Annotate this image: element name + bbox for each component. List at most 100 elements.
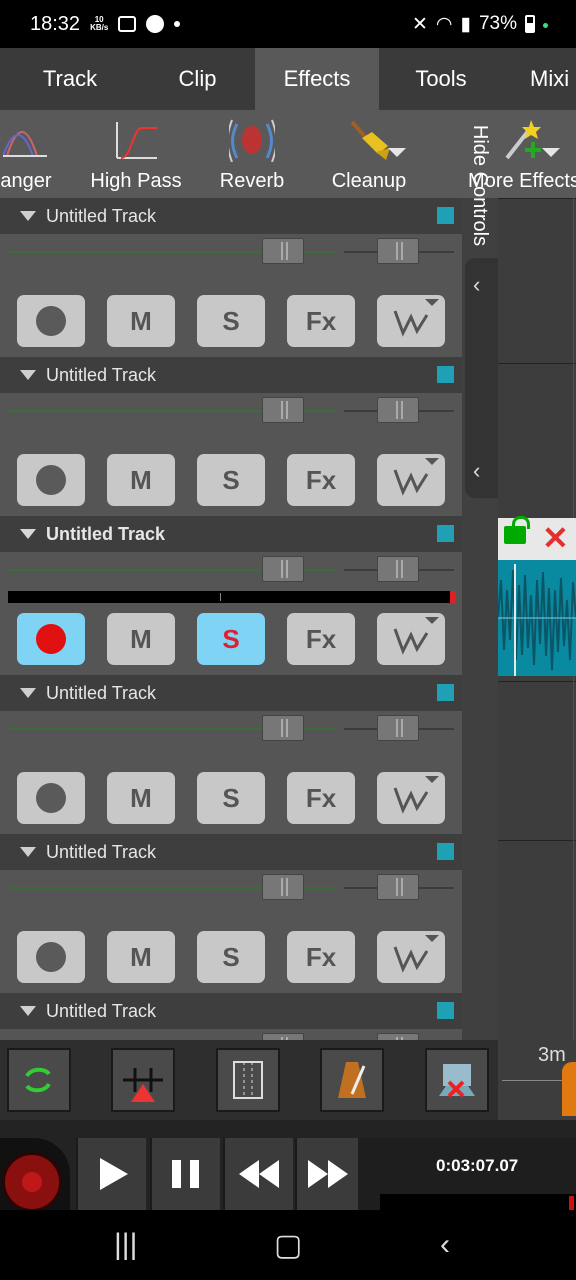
record-arm-button[interactable] — [17, 454, 85, 506]
fx-button[interactable]: Fx — [287, 613, 355, 665]
solo-button[interactable]: S — [197, 613, 265, 665]
track-name[interactable]: Untitled Track — [46, 683, 156, 704]
high-pass-button[interactable]: High Pass — [88, 110, 184, 198]
collapse-icon[interactable] — [20, 688, 36, 698]
hide-controls-tab[interactable]: ‹ ‹ — [465, 258, 498, 498]
collapse-icon[interactable] — [20, 1006, 36, 1016]
volume-slider[interactable] — [262, 397, 304, 423]
track-color-swatch[interactable] — [437, 843, 454, 860]
solo-button[interactable]: S — [197, 454, 265, 506]
timeline-lane[interactable] — [498, 363, 576, 521]
reverb-button[interactable]: Reverb — [218, 110, 286, 198]
timeline-lane[interactable] — [498, 198, 576, 356]
volume-slider[interactable] — [262, 1033, 304, 1040]
fast-forward-button[interactable] — [295, 1138, 359, 1210]
track-color-swatch[interactable] — [437, 525, 454, 542]
record-arm-button[interactable] — [17, 772, 85, 824]
pause-button[interactable] — [150, 1138, 220, 1210]
track-name[interactable]: Untitled Track — [46, 524, 165, 545]
snap-off-button[interactable] — [425, 1048, 489, 1112]
automation-button[interactable] — [377, 931, 445, 983]
audio-clip[interactable] — [498, 560, 576, 676]
unlock-icon[interactable] — [504, 516, 530, 544]
track-name[interactable]: Untitled Track — [46, 1001, 156, 1022]
automation-button[interactable] — [377, 772, 445, 824]
mute-button[interactable]: M — [107, 613, 175, 665]
fx-button[interactable]: Fx — [287, 295, 355, 347]
fx-button[interactable]: Fx — [287, 931, 355, 983]
track-header[interactable]: Untitled Track — [0, 516, 462, 552]
record-arm-button[interactable] — [17, 931, 85, 983]
grid-button[interactable] — [216, 1048, 280, 1112]
volume-slider[interactable] — [262, 715, 304, 741]
cleanup-button[interactable]: Cleanup — [328, 110, 410, 198]
record-arm-button[interactable] — [17, 613, 85, 665]
timeline-lane[interactable] — [498, 681, 576, 839]
pan-slider[interactable] — [377, 1033, 419, 1040]
tab-mixing[interactable]: Mixi — [503, 48, 576, 110]
mute-button[interactable]: M — [107, 772, 175, 824]
tab-tools[interactable]: Tools — [379, 48, 503, 110]
tab-track[interactable]: Track — [0, 48, 140, 110]
pan-slider[interactable] — [377, 874, 419, 900]
hide-controls-label[interactable]: Hide Controls — [469, 124, 492, 245]
track-name[interactable]: Untitled Track — [46, 365, 156, 386]
pan-slider[interactable] — [377, 556, 419, 582]
collapse-icon[interactable] — [20, 847, 36, 857]
automation-icon — [393, 787, 429, 814]
collapse-icon[interactable] — [20, 211, 36, 221]
automation-button[interactable] — [377, 613, 445, 665]
track-color-swatch[interactable] — [437, 684, 454, 701]
volume-slider[interactable] — [262, 238, 304, 264]
track-color-swatch[interactable] — [437, 366, 454, 383]
high-pass-icon — [113, 118, 159, 162]
playhead[interactable] — [514, 564, 516, 676]
track-header[interactable]: Untitled Track — [0, 198, 462, 234]
timeline-lane[interactable] — [498, 840, 576, 998]
metronome-button[interactable] — [320, 1048, 384, 1112]
mute-button[interactable]: M — [107, 295, 175, 347]
battery-percent: 73% — [478, 13, 517, 34]
track-name[interactable]: Untitled Track — [46, 206, 156, 227]
home-icon[interactable]: ▢ — [274, 1228, 302, 1263]
track-color-swatch[interactable] — [437, 207, 454, 224]
flanger-label: anger — [0, 170, 52, 192]
automation-button[interactable] — [377, 295, 445, 347]
pan-slider[interactable] — [377, 397, 419, 423]
volume-slider[interactable] — [262, 874, 304, 900]
track-color-swatch[interactable] — [437, 1002, 454, 1019]
fx-button[interactable]: Fx — [287, 454, 355, 506]
track-header[interactable]: Untitled Track — [0, 993, 462, 1029]
solo-button[interactable]: S — [197, 772, 265, 824]
fx-button[interactable]: Fx — [287, 772, 355, 824]
solo-button[interactable]: S — [197, 931, 265, 983]
split-button[interactable] — [111, 1048, 175, 1112]
collapse-icon[interactable] — [20, 529, 36, 539]
track-header[interactable]: Untitled Track — [0, 675, 462, 711]
solo-button[interactable]: S — [197, 295, 265, 347]
back-icon[interactable]: ‹ — [440, 1228, 450, 1262]
pan-slider[interactable] — [377, 238, 419, 264]
automation-button[interactable] — [377, 454, 445, 506]
track-header[interactable]: Untitled Track — [0, 834, 462, 870]
recent-apps-icon[interactable]: ||| — [114, 1228, 137, 1262]
tab-effects[interactable]: Effects — [255, 48, 379, 110]
track-name[interactable]: Untitled Track — [46, 842, 156, 863]
loop-end-handle[interactable] — [562, 1062, 576, 1116]
volume-slider[interactable] — [262, 556, 304, 582]
record-button[interactable] — [0, 1138, 70, 1212]
flanger-button[interactable]: anger — [0, 110, 56, 198]
timeline-area[interactable]: ✕ — [498, 198, 576, 1040]
loop-button[interactable] — [7, 1048, 71, 1112]
track-header[interactable]: Untitled Track — [0, 357, 462, 393]
mute-button[interactable]: M — [107, 931, 175, 983]
record-arm-button[interactable] — [17, 295, 85, 347]
play-button[interactable] — [76, 1138, 146, 1210]
mute-button[interactable]: M — [107, 454, 175, 506]
pan-slider[interactable] — [377, 715, 419, 741]
timeline-ruler[interactable]: 3m — [498, 1040, 576, 1120]
collapse-icon[interactable] — [20, 370, 36, 380]
delete-clip-icon[interactable]: ✕ — [542, 520, 569, 556]
tab-clip[interactable]: Clip — [140, 48, 255, 110]
rewind-button[interactable] — [223, 1138, 293, 1210]
